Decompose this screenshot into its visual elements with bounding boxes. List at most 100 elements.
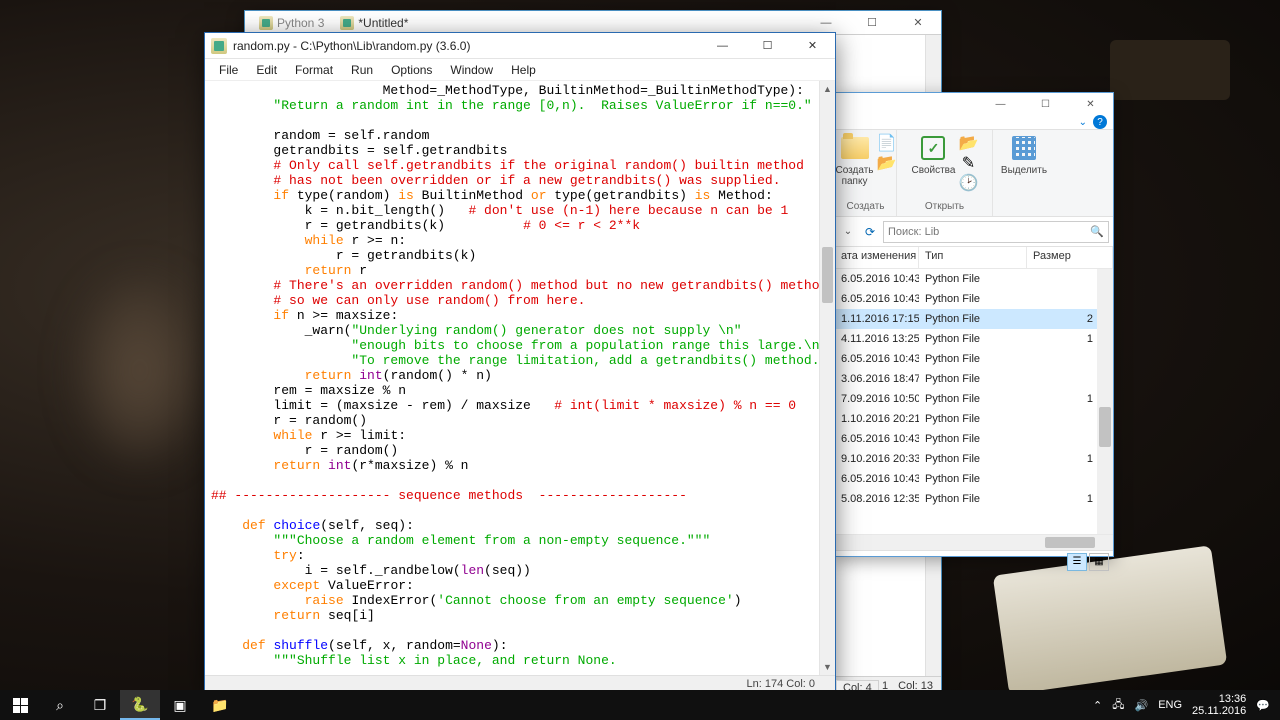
table-row[interactable]: 4.11.2016 13:25Python File1 bbox=[835, 329, 1113, 349]
col-type[interactable]: Тип bbox=[919, 247, 1027, 268]
search-icon[interactable]: 🔍 bbox=[1090, 225, 1104, 238]
taskbar-idle[interactable]: 🐍 bbox=[120, 690, 160, 720]
cell-date: 5.08.2016 12:35 bbox=[835, 493, 919, 505]
cell-type: Python File bbox=[919, 473, 1027, 485]
col-size[interactable]: Размер bbox=[1027, 247, 1113, 268]
tray-volume-icon[interactable]: 🔊 bbox=[1135, 699, 1149, 712]
cell-date: 6.05.2016 10:43 bbox=[835, 433, 919, 445]
ribbon-open[interactable]: 📂 bbox=[959, 134, 977, 152]
close-button[interactable]: ✕ bbox=[790, 33, 835, 59]
system-tray[interactable]: ⌃ 🖧 🔊 ENG 13:36 25.11.2016 💬 bbox=[1083, 693, 1280, 717]
maximize-button[interactable]: ☐ bbox=[849, 11, 895, 35]
cell-type: Python File bbox=[919, 313, 1027, 325]
menu-edit[interactable]: Edit bbox=[248, 61, 285, 79]
taskbar-explorer[interactable]: 📁 bbox=[200, 690, 240, 720]
cell-date: 7.09.2016 10:50 bbox=[835, 393, 919, 405]
ribbon-history[interactable]: 🕑 bbox=[959, 174, 977, 192]
menu-options[interactable]: Options bbox=[383, 61, 440, 79]
python-icon bbox=[259, 16, 273, 30]
cell-date: 1.11.2016 17:15 bbox=[835, 313, 919, 325]
table-row[interactable]: 9.10.2016 20:33Python File1 bbox=[835, 449, 1113, 469]
view-icons-button[interactable]: ▦ bbox=[1089, 553, 1109, 571]
python-icon bbox=[340, 16, 354, 30]
ribbon-easy-access[interactable]: 📂 bbox=[878, 154, 896, 172]
tray-clock[interactable]: 13:36 25.11.2016 bbox=[1192, 693, 1246, 717]
editor-scrollbar[interactable]: ▲ ▼ bbox=[819, 81, 835, 675]
menu-file[interactable]: File bbox=[211, 61, 246, 79]
file-scrollbar[interactable] bbox=[1097, 269, 1113, 534]
ribbon-edit[interactable]: ✎ bbox=[959, 154, 977, 172]
ribbon-new-folder[interactable]: Создать папку bbox=[836, 132, 874, 187]
ribbon-properties[interactable]: Свойства bbox=[912, 132, 956, 176]
file-list[interactable]: 6.05.2016 10:43Python File6.05.2016 10:4… bbox=[835, 269, 1113, 534]
maximize-button[interactable]: ☐ bbox=[1023, 93, 1068, 115]
table-row[interactable]: 6.05.2016 10:43Python File bbox=[835, 289, 1113, 309]
table-row[interactable]: 6.05.2016 10:43Python File bbox=[835, 349, 1113, 369]
cell-type: Python File bbox=[919, 453, 1027, 465]
cell-type: Python File bbox=[919, 353, 1027, 365]
explorer-window[interactable]: — ☐ ✕ ⌄ ? Создать папку 📄 📂 Создать bbox=[834, 92, 1114, 557]
ribbon-new-item[interactable]: 📄 bbox=[878, 134, 896, 152]
status-text: Ln: 174 Col: 0 bbox=[747, 678, 816, 690]
close-button[interactable]: ✕ bbox=[1068, 93, 1113, 115]
shell-tab-untitled[interactable]: *Untitled* bbox=[332, 14, 416, 32]
menu-format[interactable]: Format bbox=[287, 61, 341, 79]
table-row[interactable]: 1.10.2016 20:21Python File bbox=[835, 409, 1113, 429]
code-editor[interactable]: Method=_MethodType, BuiltinMethod=_Built… bbox=[205, 81, 819, 675]
minimize-button[interactable]: — bbox=[803, 11, 849, 35]
cell-date: 3.06.2016 18:47 bbox=[835, 373, 919, 385]
table-row[interactable]: 7.09.2016 10:50Python File1 bbox=[835, 389, 1113, 409]
folder-icon bbox=[841, 137, 869, 159]
tray-up-icon[interactable]: ⌃ bbox=[1093, 699, 1102, 712]
file-hscrollbar[interactable] bbox=[835, 534, 1113, 550]
cell-type: Python File bbox=[919, 393, 1027, 405]
table-row[interactable]: 6.05.2016 10:43Python File bbox=[835, 469, 1113, 489]
explorer-titlebar[interactable]: — ☐ ✕ bbox=[835, 93, 1113, 115]
table-row[interactable]: 1.11.2016 17:15Python File2 bbox=[835, 309, 1113, 329]
editor-menubar: File Edit Format Run Options Window Help bbox=[205, 59, 835, 81]
ribbon-collapse-icon[interactable]: ⌄ bbox=[1079, 117, 1087, 128]
taskbar-app-2[interactable]: ▣ bbox=[160, 690, 200, 720]
search-button[interactable]: ⌕ bbox=[40, 690, 80, 720]
table-row[interactable]: 6.05.2016 10:43Python File bbox=[835, 429, 1113, 449]
tray-lang[interactable]: ENG bbox=[1158, 699, 1182, 711]
scrollbar-thumb[interactable] bbox=[1099, 407, 1111, 447]
task-view-button[interactable]: ❐ bbox=[80, 690, 120, 720]
scrollbar-thumb[interactable] bbox=[822, 247, 833, 303]
minimize-button[interactable]: — bbox=[700, 33, 745, 59]
refresh-button[interactable]: ⟳ bbox=[861, 221, 879, 243]
menu-run[interactable]: Run bbox=[343, 61, 381, 79]
table-row[interactable]: 5.08.2016 12:35Python File1 bbox=[835, 489, 1113, 509]
view-details-button[interactable]: ☰ bbox=[1067, 553, 1087, 571]
table-row[interactable]: 3.06.2016 18:47Python File bbox=[835, 369, 1113, 389]
menu-window[interactable]: Window bbox=[442, 61, 501, 79]
tray-notifications-icon[interactable]: 💬 bbox=[1256, 699, 1270, 712]
minimize-button[interactable]: — bbox=[978, 93, 1023, 115]
cell-date: 4.11.2016 13:25 bbox=[835, 333, 919, 345]
col-date[interactable]: ата изменения bbox=[835, 247, 919, 268]
editor-titlebar[interactable]: random.py - C:\Python\Lib\random.py (3.6… bbox=[205, 33, 835, 59]
maximize-button[interactable]: ☐ bbox=[745, 33, 790, 59]
search-input[interactable]: Поиск: Lib 🔍 bbox=[883, 221, 1109, 243]
explorer-statusbar: ☰ ▦ bbox=[835, 550, 1113, 572]
scrollbar-thumb[interactable] bbox=[1045, 537, 1095, 548]
shell-tab-python[interactable]: Python 3 bbox=[251, 14, 332, 32]
cell-type: Python File bbox=[919, 333, 1027, 345]
cell-type: Python File bbox=[919, 273, 1027, 285]
scroll-down-icon[interactable]: ▼ bbox=[820, 659, 835, 675]
help-icon[interactable]: ? bbox=[1093, 115, 1107, 129]
idle-editor-window[interactable]: random.py - C:\Python\Lib\random.py (3.6… bbox=[204, 32, 836, 692]
tray-network-icon[interactable]: 🖧 bbox=[1112, 696, 1124, 715]
start-button[interactable] bbox=[0, 690, 40, 720]
file-list-header[interactable]: ата изменения Тип Размер bbox=[835, 247, 1113, 269]
nav-dropdown[interactable]: ⌄ bbox=[839, 221, 857, 243]
close-button[interactable]: ✕ bbox=[895, 11, 941, 35]
cell-date: 9.10.2016 20:33 bbox=[835, 453, 919, 465]
scroll-up-icon[interactable]: ▲ bbox=[820, 81, 835, 97]
select-icon bbox=[1012, 136, 1036, 160]
shell-tab-label: Python 3 bbox=[277, 16, 324, 30]
ribbon-select-all[interactable]: Выделить bbox=[1001, 132, 1047, 176]
table-row[interactable]: 6.05.2016 10:43Python File bbox=[835, 269, 1113, 289]
taskbar[interactable]: ⌕ ❐ 🐍 ▣ 📁 ⌃ 🖧 🔊 ENG 13:36 25.11.2016 💬 bbox=[0, 690, 1280, 720]
menu-help[interactable]: Help bbox=[503, 61, 544, 79]
